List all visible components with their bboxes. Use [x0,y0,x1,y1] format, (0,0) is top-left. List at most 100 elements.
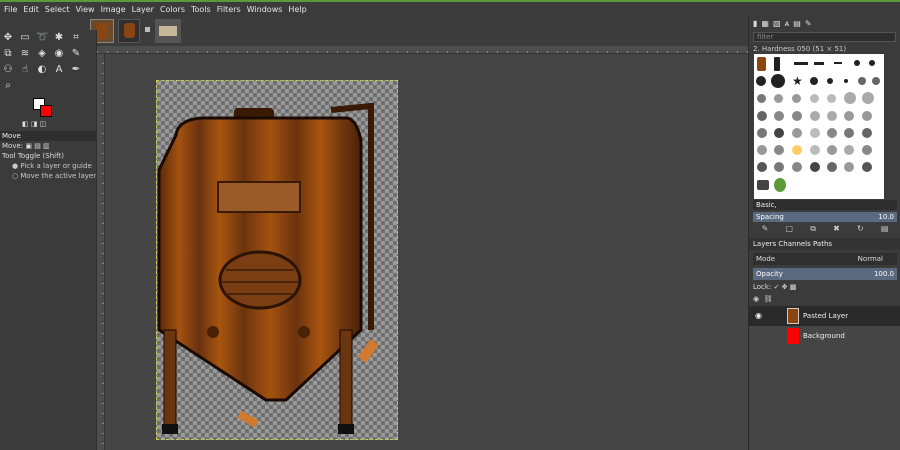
cage-icon[interactable]: ◈ [36,48,48,60]
brush-preset[interactable] [774,94,783,103]
font-icon[interactable]: ᴀ [785,19,790,28]
brush-preset[interactable] [757,128,767,138]
pattern-icon[interactable]: ▦ [761,19,769,28]
brush-preset[interactable] [844,79,848,83]
brush-preset[interactable] [827,111,837,121]
brush-preset[interactable] [844,128,854,138]
brush-preset[interactable] [756,76,766,86]
brush-preset[interactable] [792,162,802,172]
zoom-icon[interactable]: ⌕ [2,80,14,92]
brush-preset[interactable] [774,111,784,121]
brush-preset[interactable] [862,162,872,172]
lock-pixels-icon[interactable]: ✓ [774,283,780,291]
image-tab-2[interactable] [118,19,140,43]
brush-preset[interactable] [810,111,820,121]
brush-preset[interactable] [792,145,802,155]
lock-position-icon[interactable]: ✥ [782,283,788,291]
brush-preset[interactable] [844,162,854,172]
brush-preset[interactable] [757,111,767,121]
brush-filter-input[interactable]: filter [753,32,896,42]
horizontal-ruler[interactable] [97,46,748,54]
brush-preset[interactable] [757,145,767,155]
brush-preset[interactable] [810,128,820,138]
brush-preset[interactable] [862,145,872,155]
star-brush-icon[interactable]: ★ [792,75,803,87]
menu-view[interactable]: View [76,5,95,14]
brush-preset[interactable] [757,57,766,71]
brush-preset[interactable] [810,94,819,103]
close-tab-icon[interactable] [145,27,150,32]
brush-preset[interactable] [827,145,837,155]
brush-preset[interactable] [872,77,880,85]
open-brush-icon[interactable]: ▤ [881,224,889,236]
brush-preset[interactable] [774,162,784,172]
move-mode-row[interactable]: Move: ▣ ▤ ▥ [0,141,96,151]
menu-select[interactable]: Select [45,5,70,14]
move-active-option[interactable]: ○ Move the active layer [0,171,96,181]
brush-preset[interactable] [771,74,785,88]
brush-preset[interactable] [858,77,866,85]
brush-preset[interactable] [757,94,766,103]
brush-preset[interactable] [757,162,767,172]
layer-mode-select[interactable]: Mode Normal [753,253,897,265]
brush-editor-icon[interactable]: ✎ [805,19,812,28]
brush-preset[interactable] [827,128,837,138]
smudge-icon[interactable]: ☝ [19,64,31,76]
brush-preset[interactable] [810,162,820,172]
move-tool-icon[interactable]: ✥ [2,32,14,44]
menu-edit[interactable]: Edit [23,5,39,14]
brush-preset[interactable] [844,92,856,104]
menu-tools[interactable]: Tools [191,5,211,14]
brush-preset[interactable] [862,111,872,121]
edit-brush-icon[interactable]: ✎ [762,224,769,236]
crop-icon[interactable]: ⌗ [70,32,82,44]
eye-icon[interactable]: ◉ [755,306,762,326]
brush-icon[interactable]: ▮ [753,19,757,28]
brush-preset[interactable] [794,62,808,65]
clone-icon[interactable]: ⚇ [2,64,14,76]
brush-preset[interactable] [810,77,818,85]
background-color-swatch[interactable] [40,105,52,117]
dodge-icon[interactable]: ◐ [36,64,48,76]
brush-grid[interactable]: ★ [754,54,884,199]
pick-layer-option[interactable]: ● Pick a layer or guide [0,161,96,171]
brush-preset[interactable] [774,57,780,71]
warp-icon[interactable]: ≋ [19,48,31,60]
brush-preset[interactable] [862,92,874,104]
delete-brush-icon[interactable]: ✖ [833,224,840,236]
menu-filters[interactable]: Filters [217,5,241,14]
vertical-ruler[interactable] [97,54,105,450]
menu-layer[interactable]: Layer [132,5,154,14]
swap-colors-icon[interactable]: ◧ ◨ ◫ [22,120,52,128]
bucket-fill-icon[interactable]: ◉ [53,48,65,60]
menu-windows[interactable]: Windows [247,5,283,14]
duplicate-brush-icon[interactable]: ⧉ [810,224,816,236]
layer-row[interactable]: ◉ Pasted Layer [749,306,900,326]
brush-preset[interactable] [844,145,854,155]
lasso-icon[interactable]: ➰ [36,32,48,44]
text-icon[interactable]: A [53,64,65,76]
brush-preset[interactable] [844,111,854,121]
brush-spacing-slider[interactable]: Spacing 10.0 [753,212,897,222]
rect-select-icon[interactable]: ▭ [19,32,31,44]
brush-preset[interactable] [862,128,872,138]
fg-bg-colors[interactable] [33,98,53,118]
unified-transform-icon[interactable]: ⧉ [2,48,14,60]
brush-preset[interactable] [827,94,836,103]
layer-opacity-slider[interactable]: Opacity 100.0 [753,268,897,280]
lock-alpha-icon[interactable]: ▩ [790,283,797,291]
brush-preset[interactable] [834,62,842,64]
fuzzy-select-icon[interactable]: ✱ [53,32,65,44]
brush-preset[interactable] [827,162,837,172]
new-brush-icon[interactable]: ▢ [785,224,793,236]
layer-row[interactable]: Background [749,326,900,346]
brush-preset[interactable] [774,145,784,155]
brush-preset[interactable] [774,128,784,138]
menu-image[interactable]: Image [101,5,126,14]
brush-preset[interactable] [869,60,875,66]
document-icon[interactable]: ▤ [793,19,801,28]
brush-preset[interactable] [827,78,833,84]
refresh-brushes-icon[interactable]: ↻ [857,224,864,236]
brush-preset[interactable] [774,178,786,192]
brush-preset[interactable] [814,62,824,65]
